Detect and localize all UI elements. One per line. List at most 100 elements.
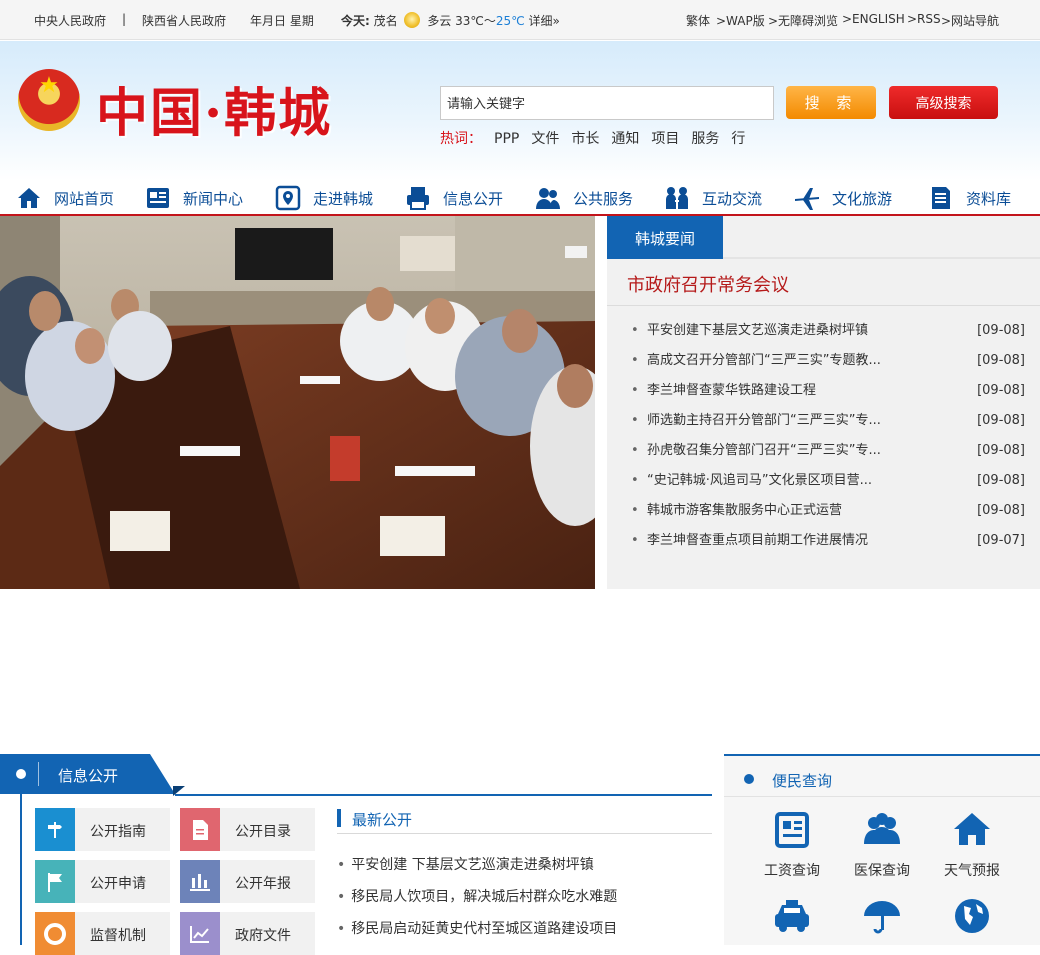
weather-detail-link[interactable]: 详细» (529, 14, 560, 28)
tile-supervision[interactable]: 监督机制 (35, 912, 170, 955)
hot-word[interactable]: 项目 (651, 131, 679, 147)
airplane-icon (795, 188, 819, 210)
latest-disclosure-item[interactable]: • 平安创建 下基层文艺巡演走进桑树坪镇 (337, 854, 594, 874)
hot-word[interactable]: 服务 (691, 131, 719, 147)
news-title[interactable]: “史记韩城·风追司马”文化景区项目营... (647, 466, 917, 496)
news-title[interactable]: 师选勤主持召开分管部门“三严三实”专... (647, 406, 917, 436)
latest-disclosure-item[interactable]: • 移民局人饮项目，解决城后村群众吃水难题 (337, 886, 617, 906)
news-item[interactable]: • 高成文召开分管部门“三严三实”专题教... [09-08] (629, 346, 1029, 376)
divider (724, 796, 1040, 797)
news-item[interactable]: • 李兰坤督查重点项目前期工作进展情况 [09-07] (629, 526, 1029, 556)
nav-item-interaction[interactable]: 互动交流 (664, 183, 762, 213)
news-title[interactable]: 孙虎敬召集分管部门召开“三严三实”专... (647, 436, 917, 466)
service-traffic-query[interactable] (752, 896, 832, 946)
nav-label: 文化旅游 (832, 189, 893, 208)
news-item[interactable]: • 韩城市游客集散服务中心正式运营 [09-08] (629, 496, 1029, 526)
weather-condition: 多云 (427, 14, 452, 28)
umbrella-icon (864, 901, 900, 934)
nav-label: 新闻中心 (183, 189, 244, 208)
tile-disclosure-catalog[interactable]: 公开目录 (180, 808, 315, 851)
hot-word[interactable]: 行 (731, 131, 745, 147)
service-weather-forecast[interactable]: 天气预报 (932, 810, 1012, 880)
latest-disclosure-item[interactable]: • 移民局启动延黄史代村至城区道路建设项目 (337, 918, 617, 938)
advanced-search-button[interactable]: 高级搜索 (889, 86, 998, 119)
link-english[interactable]: >ENGLISH (842, 12, 905, 26)
search-input[interactable] (440, 86, 774, 120)
tile-label: 监督机制 (90, 928, 146, 944)
people-interaction-icon (666, 187, 688, 209)
news-item[interactable]: • 孙虎敬召集分管部门召开“三严三实”专... [09-08] (629, 436, 1029, 466)
link-central-government[interactable]: 中央人民政府 (34, 12, 106, 29)
header-separator (38, 762, 39, 786)
news-date: [09-08] (977, 473, 1025, 488)
info-section-title: 信息公开 (58, 767, 119, 785)
link-shaanxi-government[interactable]: 陕西省人民政府 (142, 12, 226, 29)
bullet: • (631, 383, 639, 398)
link-accessibility[interactable]: >无障碍浏览 (768, 12, 838, 29)
hot-word[interactable]: 文件 (531, 131, 559, 147)
nav-item-news[interactable]: 新闻中心 (145, 183, 243, 213)
news-title[interactable]: 李兰坤督查重点项目前期工作进展情况 (647, 526, 917, 556)
bullet: • (631, 443, 639, 458)
taxi-icon (775, 900, 809, 932)
lifebuoy-icon (35, 912, 75, 955)
news-title[interactable]: 李兰坤督查蒙华铁路建设工程 (647, 376, 917, 406)
nav-label: 互动交流 (702, 189, 763, 208)
link-traditional-chinese[interactable]: 繁体 (686, 12, 710, 29)
hot-word[interactable]: PPP (494, 131, 519, 147)
news-panel: 韩城要闻 市政府召开常务会议 • 平安创建下基层文艺巡演走进桑树坪镇 [09-08]… (607, 216, 1040, 589)
nav-item-about[interactable]: 走进韩城 (275, 183, 373, 213)
users-icon (536, 188, 560, 209)
latest-title-marker (337, 809, 341, 827)
search-button[interactable]: 搜 索 (786, 86, 876, 119)
date-text: 年月日 星期 (250, 14, 314, 28)
news-date: [09-08] (977, 503, 1025, 518)
bullet: • (631, 473, 639, 488)
tile-government-documents[interactable]: 政府文件 (180, 912, 315, 955)
hot-word[interactable]: 市长 (571, 131, 599, 147)
nav-item-tourism[interactable]: 文化旅游 (794, 183, 892, 213)
bullet: • (631, 323, 639, 338)
bullet: • (337, 889, 346, 905)
headline-link[interactable]: 市政府召开常务会议 (627, 271, 789, 297)
tile-disclosure-guide[interactable]: 公开指南 (35, 808, 170, 851)
nav-item-library[interactable]: 资料库 (928, 183, 1011, 213)
service-umbrella-query[interactable] (842, 896, 922, 946)
tile-disclosure-application[interactable]: 公开申请 (35, 860, 170, 903)
nav-item-public-service[interactable]: 公共服务 (535, 183, 633, 213)
news-date: [09-08] (977, 353, 1025, 368)
service-globe-query[interactable] (932, 896, 1012, 946)
news-item[interactable]: • 平安创建下基层文艺巡演走进桑树坪镇 [09-08] (629, 316, 1029, 346)
nav-item-info-disclosure[interactable]: 信息公开 (405, 183, 503, 213)
tab-hancheng-news[interactable]: 韩城要闻 (607, 216, 723, 259)
service-salary-query[interactable]: 工资查询 (752, 810, 832, 880)
service-medical-insurance-query[interactable]: 医保查询 (842, 810, 922, 880)
tile-annual-report[interactable]: 公开年报 (180, 860, 315, 903)
news-item[interactable]: • “史记韩城·风追司马”文化景区项目营... [09-08] (629, 466, 1029, 496)
news-date: [09-07] (977, 533, 1025, 548)
service-label: 天气预报 (944, 863, 1000, 879)
latest-item-title: 移民局人饮项目，解决城后村群众吃水难题 (351, 889, 618, 905)
national-emblem-icon (18, 69, 80, 131)
news-title[interactable]: 平安创建下基层文艺巡演走进桑树坪镇 (647, 316, 917, 346)
nav-label: 公共服务 (573, 189, 634, 208)
news-list: • 平安创建下基层文艺巡演走进桑树坪镇 [09-08] • 高成文召开分管部门“三严三… (629, 316, 1029, 556)
news-date: [09-08] (977, 443, 1025, 458)
news-item[interactable]: • 师选勤主持召开分管部门“三严三实”专... [09-08] (629, 406, 1029, 436)
temp-low: 25℃ (495, 14, 525, 28)
site-title: 中国·韩城 (96, 83, 333, 144)
globe-icon (955, 899, 989, 933)
divider (337, 833, 712, 834)
hot-words: 热词： PPP 文件 市长 通知 项目 服务行 (440, 128, 751, 148)
tile-label: 公开目录 (235, 824, 291, 840)
news-item[interactable]: • 李兰坤督查蒙华铁路建设工程 [09-08] (629, 376, 1029, 406)
banner-photo[interactable] (0, 216, 595, 589)
link-rss[interactable]: >RSS (907, 12, 941, 26)
link-wap[interactable]: >WAP版 (716, 12, 765, 29)
hot-word[interactable]: 通知 (611, 131, 639, 147)
nav-item-home[interactable]: 网站首页 (16, 183, 114, 213)
news-title[interactable]: 高成文召开分管部门“三严三实”专题教... (647, 346, 917, 376)
top-bar: 中央人民政府 | 陕西省人民政府 年月日 星期 今天: 茂名 多云 33℃～25… (0, 0, 1040, 40)
link-site-navigation[interactable]: >网站导航 (941, 12, 999, 29)
news-title[interactable]: 韩城市游客集散服务中心正式运营 (647, 496, 917, 526)
